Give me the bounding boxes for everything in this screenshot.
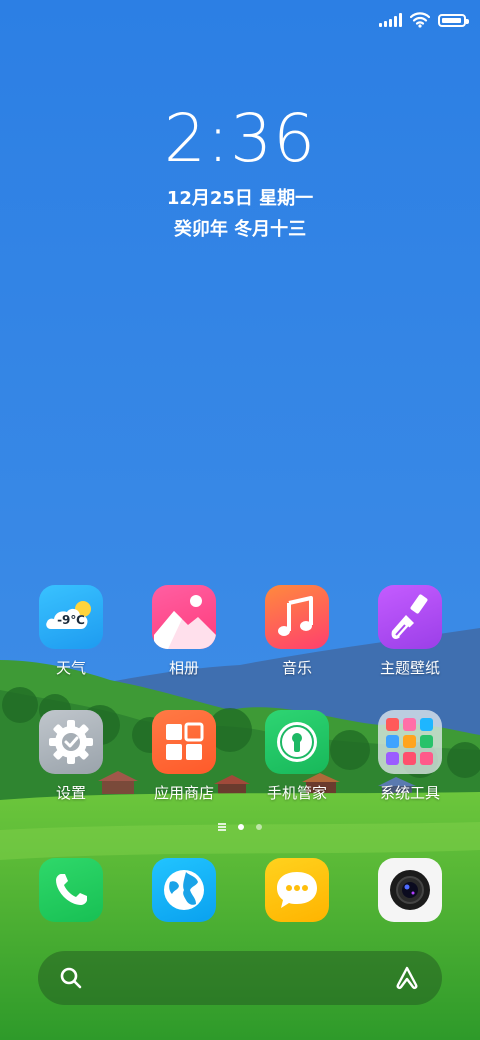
app-store[interactable]: 应用商店 <box>129 710 239 803</box>
app-store-icon <box>152 710 216 774</box>
dock-browser[interactable] <box>129 858 239 922</box>
wifi-icon <box>410 12 430 28</box>
weather-temperature: -9℃ <box>57 613 85 627</box>
app-weather[interactable]: -9℃ 天气 <box>16 585 126 678</box>
app-themes[interactable]: 主题壁纸 <box>355 585 465 678</box>
dock-messages[interactable] <box>242 858 352 922</box>
app-security[interactable]: 手机管家 <box>242 710 352 803</box>
page-dot[interactable] <box>256 824 262 830</box>
search-bar[interactable] <box>38 951 442 1005</box>
dock-camera[interactable] <box>355 858 465 922</box>
assistant-icon[interactable] <box>394 965 420 991</box>
folder-icon <box>378 710 442 774</box>
page-dot-active[interactable] <box>238 824 244 830</box>
clock-time[interactable]: 2:36 <box>0 100 480 177</box>
app-label: 应用商店 <box>153 784 214 802</box>
app-label: 手机管家 <box>266 784 327 802</box>
app-label: 相册 <box>168 659 199 677</box>
app-label: 系统工具 <box>379 784 440 802</box>
app-music[interactable]: 音乐 <box>242 585 352 678</box>
battery-level <box>442 17 461 23</box>
settings-icon <box>39 710 103 774</box>
app-settings[interactable]: 设置 <box>16 710 126 803</box>
gallery-icon <box>152 585 216 649</box>
search-icon[interactable] <box>60 967 82 989</box>
app-label: 天气 <box>55 659 86 677</box>
app-gallery[interactable]: 相册 <box>129 585 239 678</box>
page-list-icon[interactable] <box>218 826 226 828</box>
page-indicator <box>0 824 480 830</box>
browser-icon <box>152 858 216 922</box>
app-label: 主题壁纸 <box>379 659 440 677</box>
app-label: 音乐 <box>281 659 312 677</box>
weather-icon: -9℃ <box>39 585 103 649</box>
battery-icon <box>438 13 469 27</box>
signal-icon <box>379 13 402 27</box>
security-icon <box>265 710 329 774</box>
lunar-date: 癸卯年 冬月十三 <box>173 219 307 240</box>
music-icon <box>265 585 329 649</box>
messages-icon <box>265 858 329 922</box>
phone-icon <box>39 858 103 922</box>
dock-phone[interactable] <box>16 858 126 922</box>
clock-date[interactable]: 12月25日 星期一 <box>0 184 480 210</box>
app-folder-system-tools[interactable]: 系统工具 <box>355 710 465 803</box>
camera-icon <box>378 858 442 922</box>
themes-icon <box>378 585 442 649</box>
status-bar <box>379 10 469 30</box>
app-label: 设置 <box>55 784 86 802</box>
